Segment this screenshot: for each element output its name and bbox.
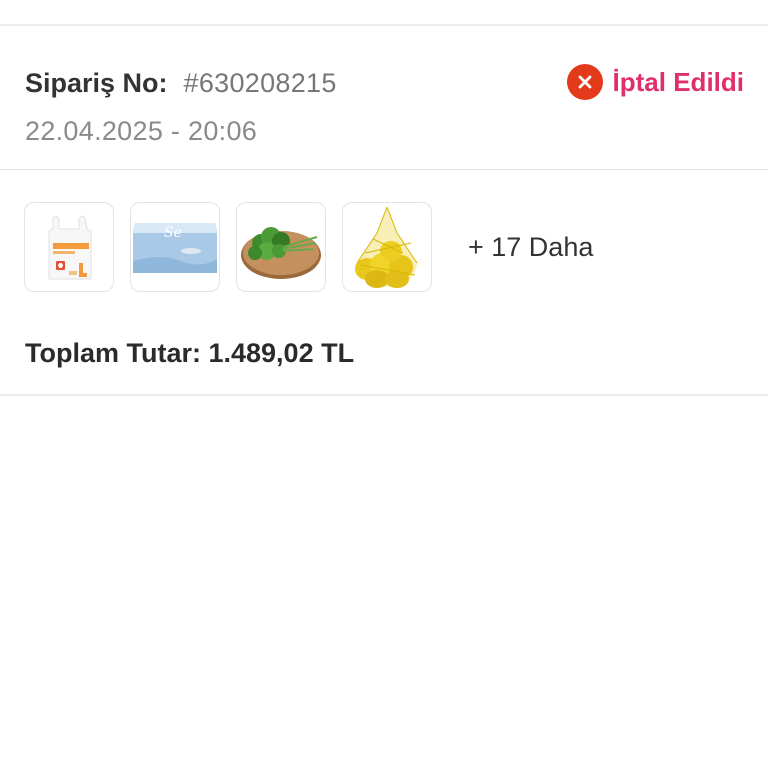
status-badge: İptal Edildi [566, 64, 744, 100]
order-history-page: Sipariş No: #630208215 22.04.2025 - 20:0… [0, 0, 768, 768]
status-text: İptal Edildi [612, 66, 744, 97]
order-number-label: Sipariş No: [25, 68, 168, 98]
product-thumbnails[interactable]: Se + 17 Daha [24, 202, 593, 292]
product-thumbnail[interactable]: Se [130, 202, 220, 292]
tissue-image: Se [133, 223, 217, 273]
product-thumbnail[interactable] [24, 202, 114, 292]
bag-image [48, 215, 92, 280]
product-thumbnail[interactable] [236, 202, 326, 292]
close-circle-icon [566, 64, 603, 100]
order-total: Toplam Tutar: 1.489,02 TL [25, 338, 355, 368]
lemon-image [355, 206, 418, 288]
product-thumbnail[interactable] [342, 202, 432, 292]
svg-text:Se: Se [164, 225, 182, 241]
order-number-row: Sipariş No: #630208215 [25, 68, 337, 99]
parsley-image [241, 227, 321, 279]
order-number-value: #630208215 [183, 68, 337, 98]
more-products-count[interactable]: + 17 Daha [468, 232, 593, 263]
order-date: 22.04.2025 - 20:06 [25, 116, 258, 146]
order-card[interactable]: Sipariş No: #630208215 22.04.2025 - 20:0… [0, 24, 768, 396]
order-header: Sipariş No: #630208215 22.04.2025 - 20:0… [0, 26, 768, 170]
